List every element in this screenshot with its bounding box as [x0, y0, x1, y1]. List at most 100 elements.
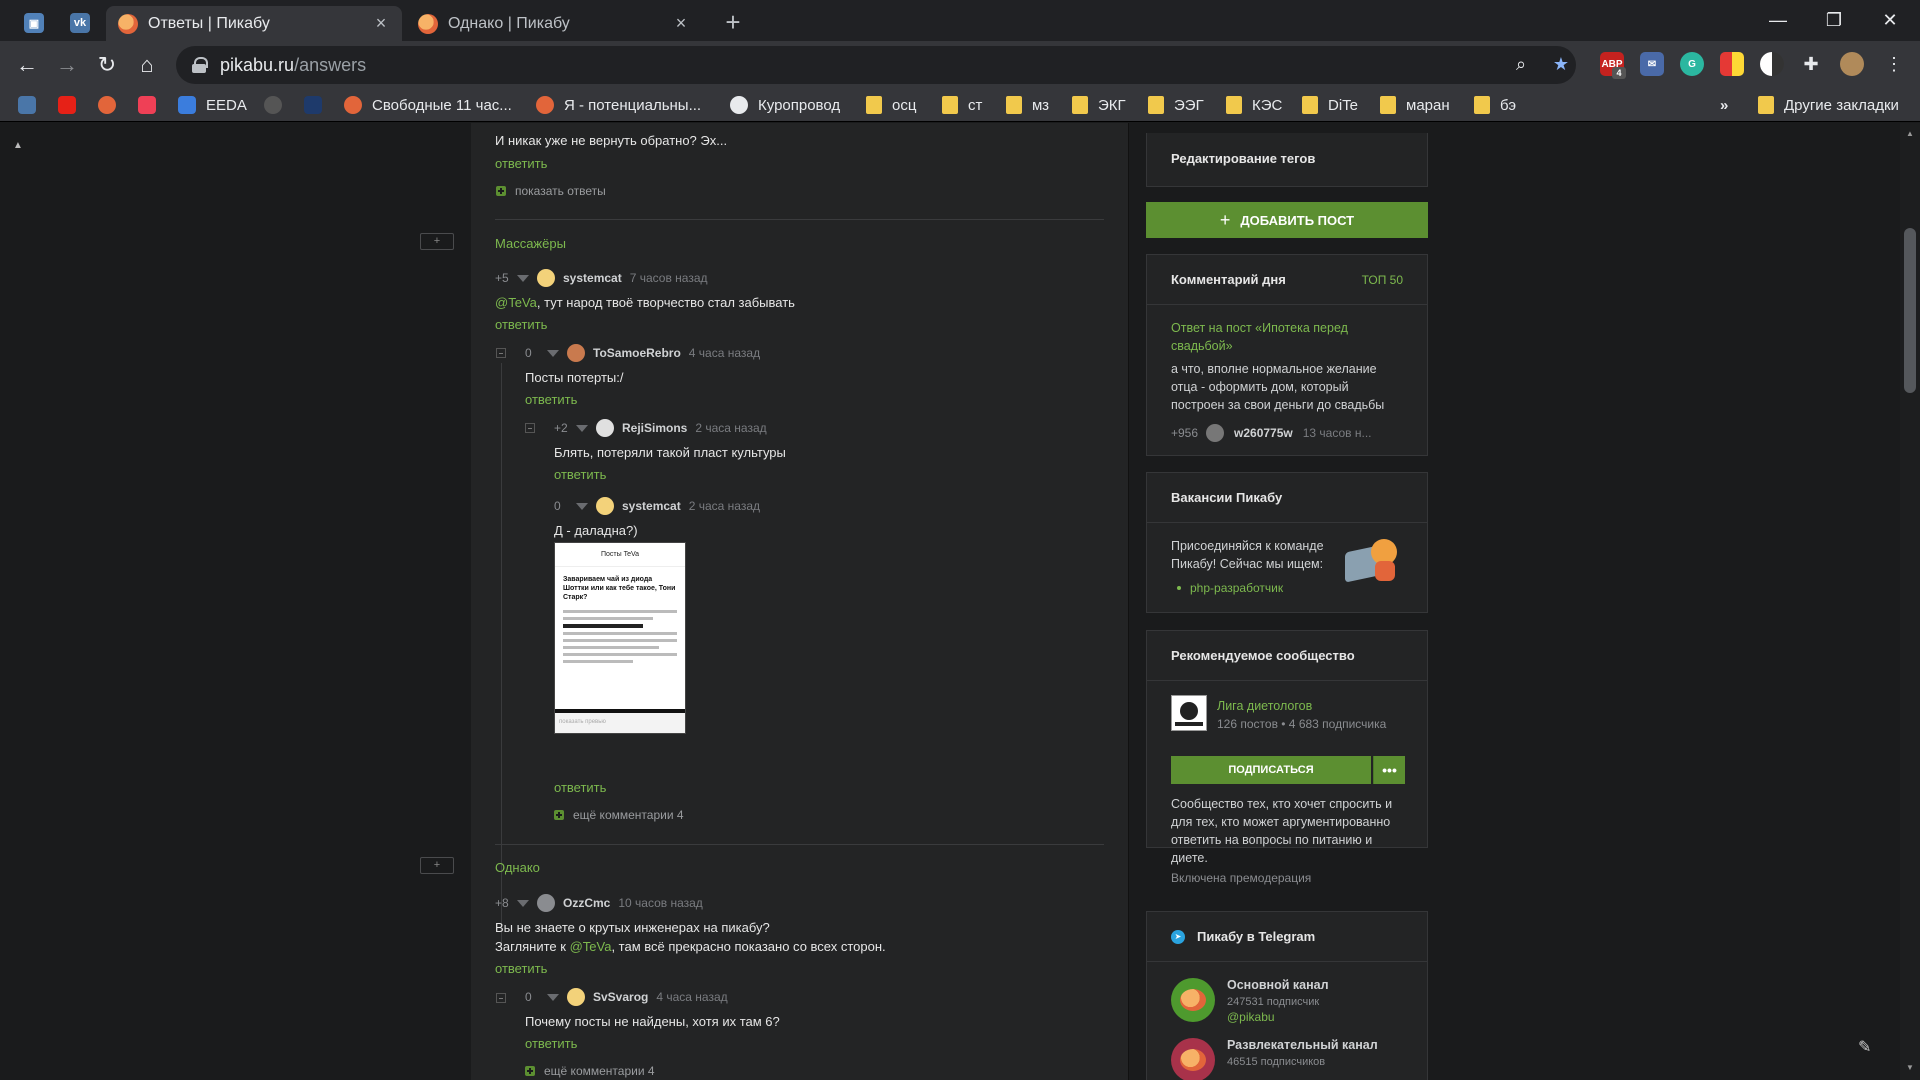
reply-link[interactable]: ответить	[495, 156, 547, 171]
comment-time[interactable]: 7 часов назад	[630, 271, 708, 285]
mention-link[interactable]: @TeVa	[495, 295, 537, 310]
top50-link[interactable]: ТОП 50	[1362, 273, 1427, 287]
vote-down-icon[interactable]	[517, 899, 529, 907]
extensions-puzzle-icon[interactable]: ✚	[1797, 50, 1825, 78]
avatar[interactable]	[537, 894, 555, 912]
username[interactable]: OzzCmc	[563, 896, 610, 910]
bookmark-eeda[interactable]: EEDA	[178, 93, 247, 117]
more-comments-link[interactable]: ещё комментарии 4	[573, 808, 684, 822]
comment-time[interactable]: 4 часа назад	[689, 346, 760, 360]
vote-down-icon[interactable]	[547, 349, 559, 357]
bookmark-folder-ekg[interactable]: ЭКГ	[1072, 93, 1126, 117]
bookmark-kuroprovod[interactable]: Куропровод	[730, 93, 840, 117]
dark-mode-extension-icon[interactable]	[1760, 52, 1784, 76]
grammar-extension-icon[interactable]: G	[1680, 52, 1704, 76]
expand-icon[interactable]	[496, 186, 506, 196]
new-tab-button[interactable]: +	[718, 8, 748, 38]
minimize-button[interactable]: —	[1750, 0, 1806, 40]
comment-time[interactable]: 2 часа назад	[695, 421, 766, 435]
bookmark-blue[interactable]	[304, 93, 332, 117]
more-comments-link[interactable]: ещё комментарии 4	[544, 1064, 655, 1078]
reply-link[interactable]: ответить	[525, 392, 577, 407]
avatar[interactable]	[567, 344, 585, 362]
menu-kebab-icon[interactable]: ⋮	[1880, 50, 1908, 78]
address-bar[interactable]: pikabu.ru/answers	[176, 46, 1576, 84]
mention-link[interactable]: @TeVa	[570, 939, 612, 954]
bookmark-vk[interactable]	[18, 93, 46, 117]
bookmark-folder-kes[interactable]: КЭС	[1226, 93, 1282, 117]
bookmark-pikabu[interactable]	[98, 93, 126, 117]
tab-answers[interactable]: Ответы | Пикабу ×	[106, 6, 402, 41]
close-tab-icon[interactable]: ×	[672, 13, 690, 34]
reply-link[interactable]: ответить	[554, 467, 606, 482]
add-post-button[interactable]: + ДОБАВИТЬ ПОСТ	[1146, 202, 1428, 238]
comment-image[interactable]: Посты TeVa Завариваем чай из диода Шоттк…	[554, 542, 686, 734]
reply-link[interactable]: ответить	[525, 1036, 577, 1051]
avatar[interactable]	[567, 988, 585, 1006]
show-answers-link[interactable]: показать ответы	[515, 184, 606, 198]
mail-extension-icon[interactable]: ✉	[1640, 52, 1664, 76]
community-avatar[interactable]	[1171, 695, 1207, 731]
bookmark-youtube[interactable]	[58, 93, 86, 117]
avatar[interactable]	[596, 497, 614, 515]
bookmark-gear[interactable]	[264, 93, 292, 117]
bookmark-star-icon[interactable]: ★	[1547, 50, 1575, 78]
reply-link[interactable]: ответить	[554, 780, 606, 795]
username[interactable]: systemcat	[622, 499, 681, 513]
username[interactable]: SvSvarog	[593, 990, 648, 1004]
bookmark-folder-dite[interactable]: DiTe	[1302, 93, 1358, 117]
expand-post-button[interactable]: +	[420, 233, 454, 250]
reply-link[interactable]: ответить	[495, 317, 547, 332]
tab-odnako[interactable]: Однако | Пикабу ×	[406, 6, 702, 41]
expand-icon[interactable]	[525, 1066, 535, 1076]
vote-down-icon[interactable]	[517, 274, 529, 282]
flag-extension-icon[interactable]	[1720, 52, 1744, 76]
subscribe-button[interactable]: ПОДПИСАТЬСЯ	[1171, 756, 1371, 784]
home-button[interactable]: ⌂	[132, 50, 162, 80]
username[interactable]: ToSamoeRebro	[593, 346, 681, 360]
bookmark-folder-osc[interactable]: осц	[866, 93, 916, 117]
collapse-thread-icon[interactable]	[525, 423, 535, 433]
bookmark-folder-mz[interactable]: мз	[1006, 93, 1049, 117]
collapse-thread-icon[interactable]	[496, 348, 506, 358]
collapse-thread-icon[interactable]	[496, 993, 506, 1003]
more-options-button[interactable]: •••	[1373, 756, 1405, 784]
vacancy-link[interactable]: php-разработчик	[1190, 579, 1283, 597]
bookmark-folder-eeg[interactable]: ЭЭГ	[1148, 93, 1204, 117]
bookmark-folder-be[interactable]: бэ	[1474, 93, 1516, 117]
avatar[interactable]	[596, 419, 614, 437]
close-tab-icon[interactable]: ×	[372, 13, 390, 34]
theme-paint-icon[interactable]: ✎	[1858, 1037, 1871, 1057]
vote-down-icon[interactable]	[576, 502, 588, 510]
bookmark-pocket[interactable]	[138, 93, 166, 117]
forward-button[interactable]: →	[52, 50, 82, 80]
post-title-link[interactable]: Массажёры	[495, 236, 566, 251]
restore-button[interactable]: ❐	[1806, 0, 1862, 40]
scrollbar-thumb[interactable]	[1904, 228, 1916, 393]
channel-handle-link[interactable]: @pikabu	[1227, 1008, 1329, 1026]
bookmark-other[interactable]: Другие закладки	[1758, 93, 1899, 117]
scroll-up-icon[interactable]: ▲	[1906, 129, 1914, 138]
reply-link[interactable]: ответить	[495, 961, 547, 976]
vote-down-icon[interactable]	[576, 424, 588, 432]
avatar[interactable]	[537, 269, 555, 287]
reload-button[interactable]: ↻	[92, 50, 122, 80]
telegram-channel-fun[interactable]: Развлекательный канал 46515 подписчиков	[1147, 1026, 1427, 1080]
community-name-link[interactable]: Лига диетологов	[1217, 697, 1312, 715]
scroll-down-icon[interactable]: ▼	[1906, 1063, 1914, 1072]
comment-time[interactable]: 4 часа назад	[656, 990, 727, 1004]
comment-time[interactable]: 2 часа назад	[689, 499, 760, 513]
bookmarks-overflow-button[interactable]: »	[1720, 93, 1728, 117]
expand-post-button[interactable]: +	[420, 857, 454, 874]
edit-tags-card[interactable]: Редактирование тегов	[1146, 133, 1428, 187]
username[interactable]: RejiSimons	[622, 421, 687, 435]
pinned-tab-vk[interactable]: vk	[60, 6, 100, 40]
comment-time[interactable]: 10 часов назад	[618, 896, 702, 910]
vote-down-icon[interactable]	[547, 993, 559, 1001]
bookmark-folder-maran[interactable]: маран	[1380, 93, 1450, 117]
pinned-tab-messages[interactable]: ▣	[14, 6, 54, 40]
post-link[interactable]: Ответ на пост «Ипотека перед свадьбой»	[1171, 319, 1403, 355]
zoom-icon[interactable]: ⌕	[1507, 50, 1535, 78]
telegram-channel-main[interactable]: Основной канал 247531 подписчик @pikabu	[1147, 962, 1427, 1026]
bookmark-free-hours[interactable]: Свободные 11 час...	[344, 93, 512, 117]
